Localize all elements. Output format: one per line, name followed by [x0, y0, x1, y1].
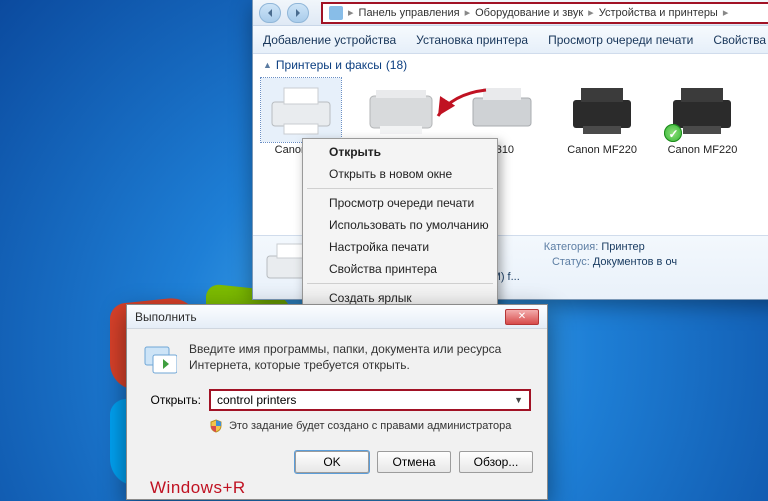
run-titlebar: Выполнить ✕ [127, 305, 547, 329]
run-input[interactable]: control printers ▼ [209, 389, 531, 411]
dropdown-icon[interactable]: ▼ [514, 395, 523, 405]
cmd-add-device[interactable]: Добавление устройства [263, 33, 396, 47]
run-icon [143, 341, 177, 375]
printer-label: Canon MF220 [567, 144, 637, 157]
collapse-icon: ▲ [263, 60, 272, 70]
breadcrumb-leaf[interactable]: Устройства и принтеры [599, 7, 718, 19]
breadcrumb-root[interactable]: Панель управления [359, 7, 460, 19]
menu-view-queue[interactable]: Просмотр очереди печати [305, 192, 495, 214]
nav-back-button[interactable] [259, 3, 281, 23]
section-header[interactable]: ▲ Принтеры и факсы (18) [253, 54, 768, 74]
section-count: (18) [386, 58, 407, 72]
printer-item[interactable]: Canon MF220 [562, 78, 642, 157]
menu-printing-pref[interactable]: Настройка печати [305, 236, 495, 258]
run-admin-note: Это задание будет создано с правами адми… [229, 420, 511, 432]
command-bar: Добавление устройства Установка принтера… [253, 26, 768, 54]
run-title: Выполнить [135, 310, 197, 324]
printer-icon [462, 78, 542, 142]
nav-forward-button[interactable] [287, 3, 309, 23]
run-input-value: control printers [217, 393, 296, 407]
menu-set-default[interactable]: Использовать по умолчанию [305, 214, 495, 236]
menu-open-new[interactable]: Открыть в новом окне [305, 163, 495, 185]
printer-icon [562, 78, 642, 142]
breadcrumb[interactable]: ▸ Панель управления ▸ Оборудование и зву… [321, 2, 768, 24]
cancel-button[interactable]: Отмена [377, 451, 451, 473]
browse-button[interactable]: Обзор... [459, 451, 533, 473]
printer-item[interactable]: Canon MF220 [662, 78, 742, 157]
breadcrumb-mid[interactable]: Оборудование и звук [475, 7, 583, 19]
printer-icon [361, 78, 441, 142]
uac-shield-icon [209, 419, 223, 433]
run-button-row: OK Отмена Обзор... [127, 441, 547, 473]
explorer-titlebar: ▸ Панель управления ▸ Оборудование и зву… [253, 0, 768, 26]
run-description: Введите имя программы, папки, документа … [189, 341, 531, 375]
control-panel-icon [329, 6, 343, 20]
menu-printer-props[interactable]: Свойства принтера [305, 258, 495, 280]
run-dialog: Выполнить ✕ Введите имя программы, папки… [126, 304, 548, 500]
printer-item[interactable]: Canon [763, 78, 768, 157]
ok-button[interactable]: OK [295, 451, 369, 473]
printer-icon [763, 78, 768, 142]
close-button[interactable]: ✕ [505, 309, 539, 325]
cmd-view-queue[interactable]: Просмотр очереди печати [548, 33, 693, 47]
cmd-add-printer[interactable]: Установка принтера [416, 33, 528, 47]
run-open-label: Открыть: [143, 393, 201, 407]
printer-icon-default [662, 78, 742, 142]
menu-open[interactable]: Открыть [305, 141, 495, 163]
printer-icon [261, 78, 341, 142]
cmd-server-props[interactable]: Свойства сервера печат [713, 33, 768, 47]
annotation-shortcut: Windows+R [150, 478, 246, 498]
printer-label: Canon MF220 [668, 144, 738, 157]
section-title: Принтеры и факсы [276, 58, 382, 72]
